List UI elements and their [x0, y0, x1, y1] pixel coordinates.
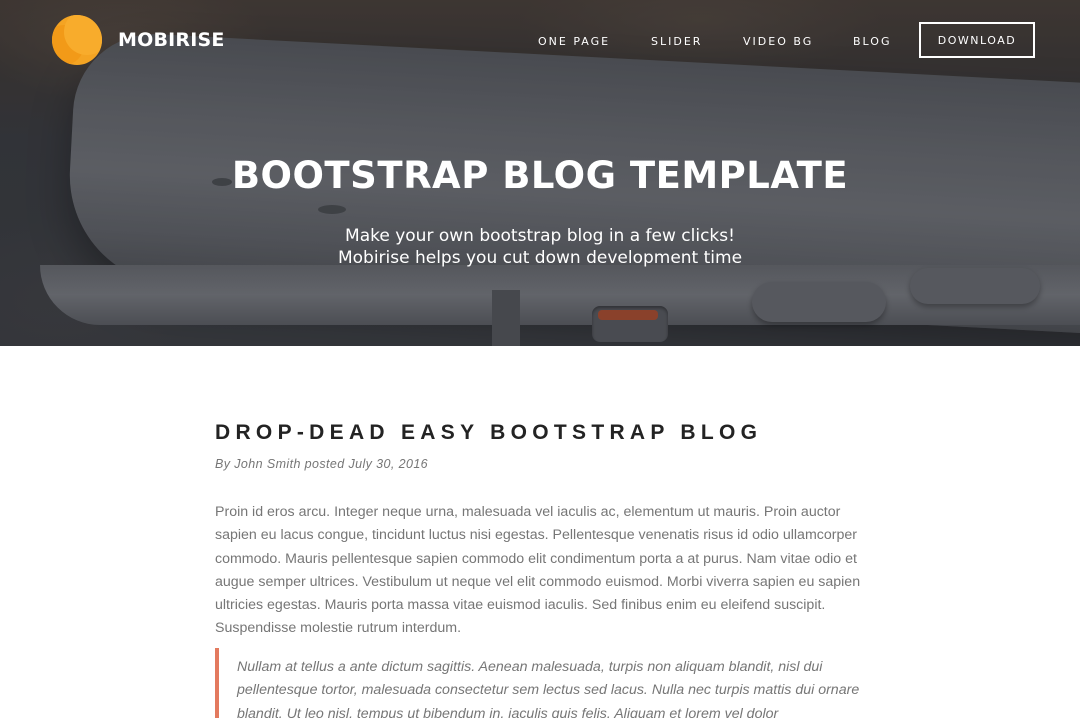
post-blockquote: Nullam at tellus a ante dictum sagittis.…: [215, 648, 865, 718]
download-button[interactable]: DOWNLOAD: [919, 22, 1035, 58]
hero-title: BOOTSTRAP BLOG TEMPLATE: [231, 154, 849, 197]
post-body: Proin id eros arcu. Integer neque urna, …: [215, 504, 861, 637]
post-meta: By John Smith posted July 30, 2016: [215, 457, 429, 471]
post-title: DROP-DEAD EASY BOOTSTRAP BLOG: [215, 421, 763, 444]
nav-item-blog[interactable]: BLOG: [853, 35, 891, 48]
blockquote-text: Nullam at tellus a ante dictum sagittis.…: [237, 659, 860, 718]
hero-subtitle-line-1: Make your own bootstrap blog in a few cl…: [345, 226, 735, 246]
nav-item-video-bg[interactable]: VIDEO BG: [743, 35, 813, 48]
brand-name[interactable]: MOBIRISE: [118, 29, 225, 51]
hero-subtitle-line-2: Mobirise helps you cut down development …: [337, 248, 743, 268]
logo-icon[interactable]: [52, 15, 102, 65]
nav-item-slider[interactable]: SLIDER: [651, 35, 702, 48]
nav-item-one-page[interactable]: ONE PAGE: [538, 35, 610, 48]
